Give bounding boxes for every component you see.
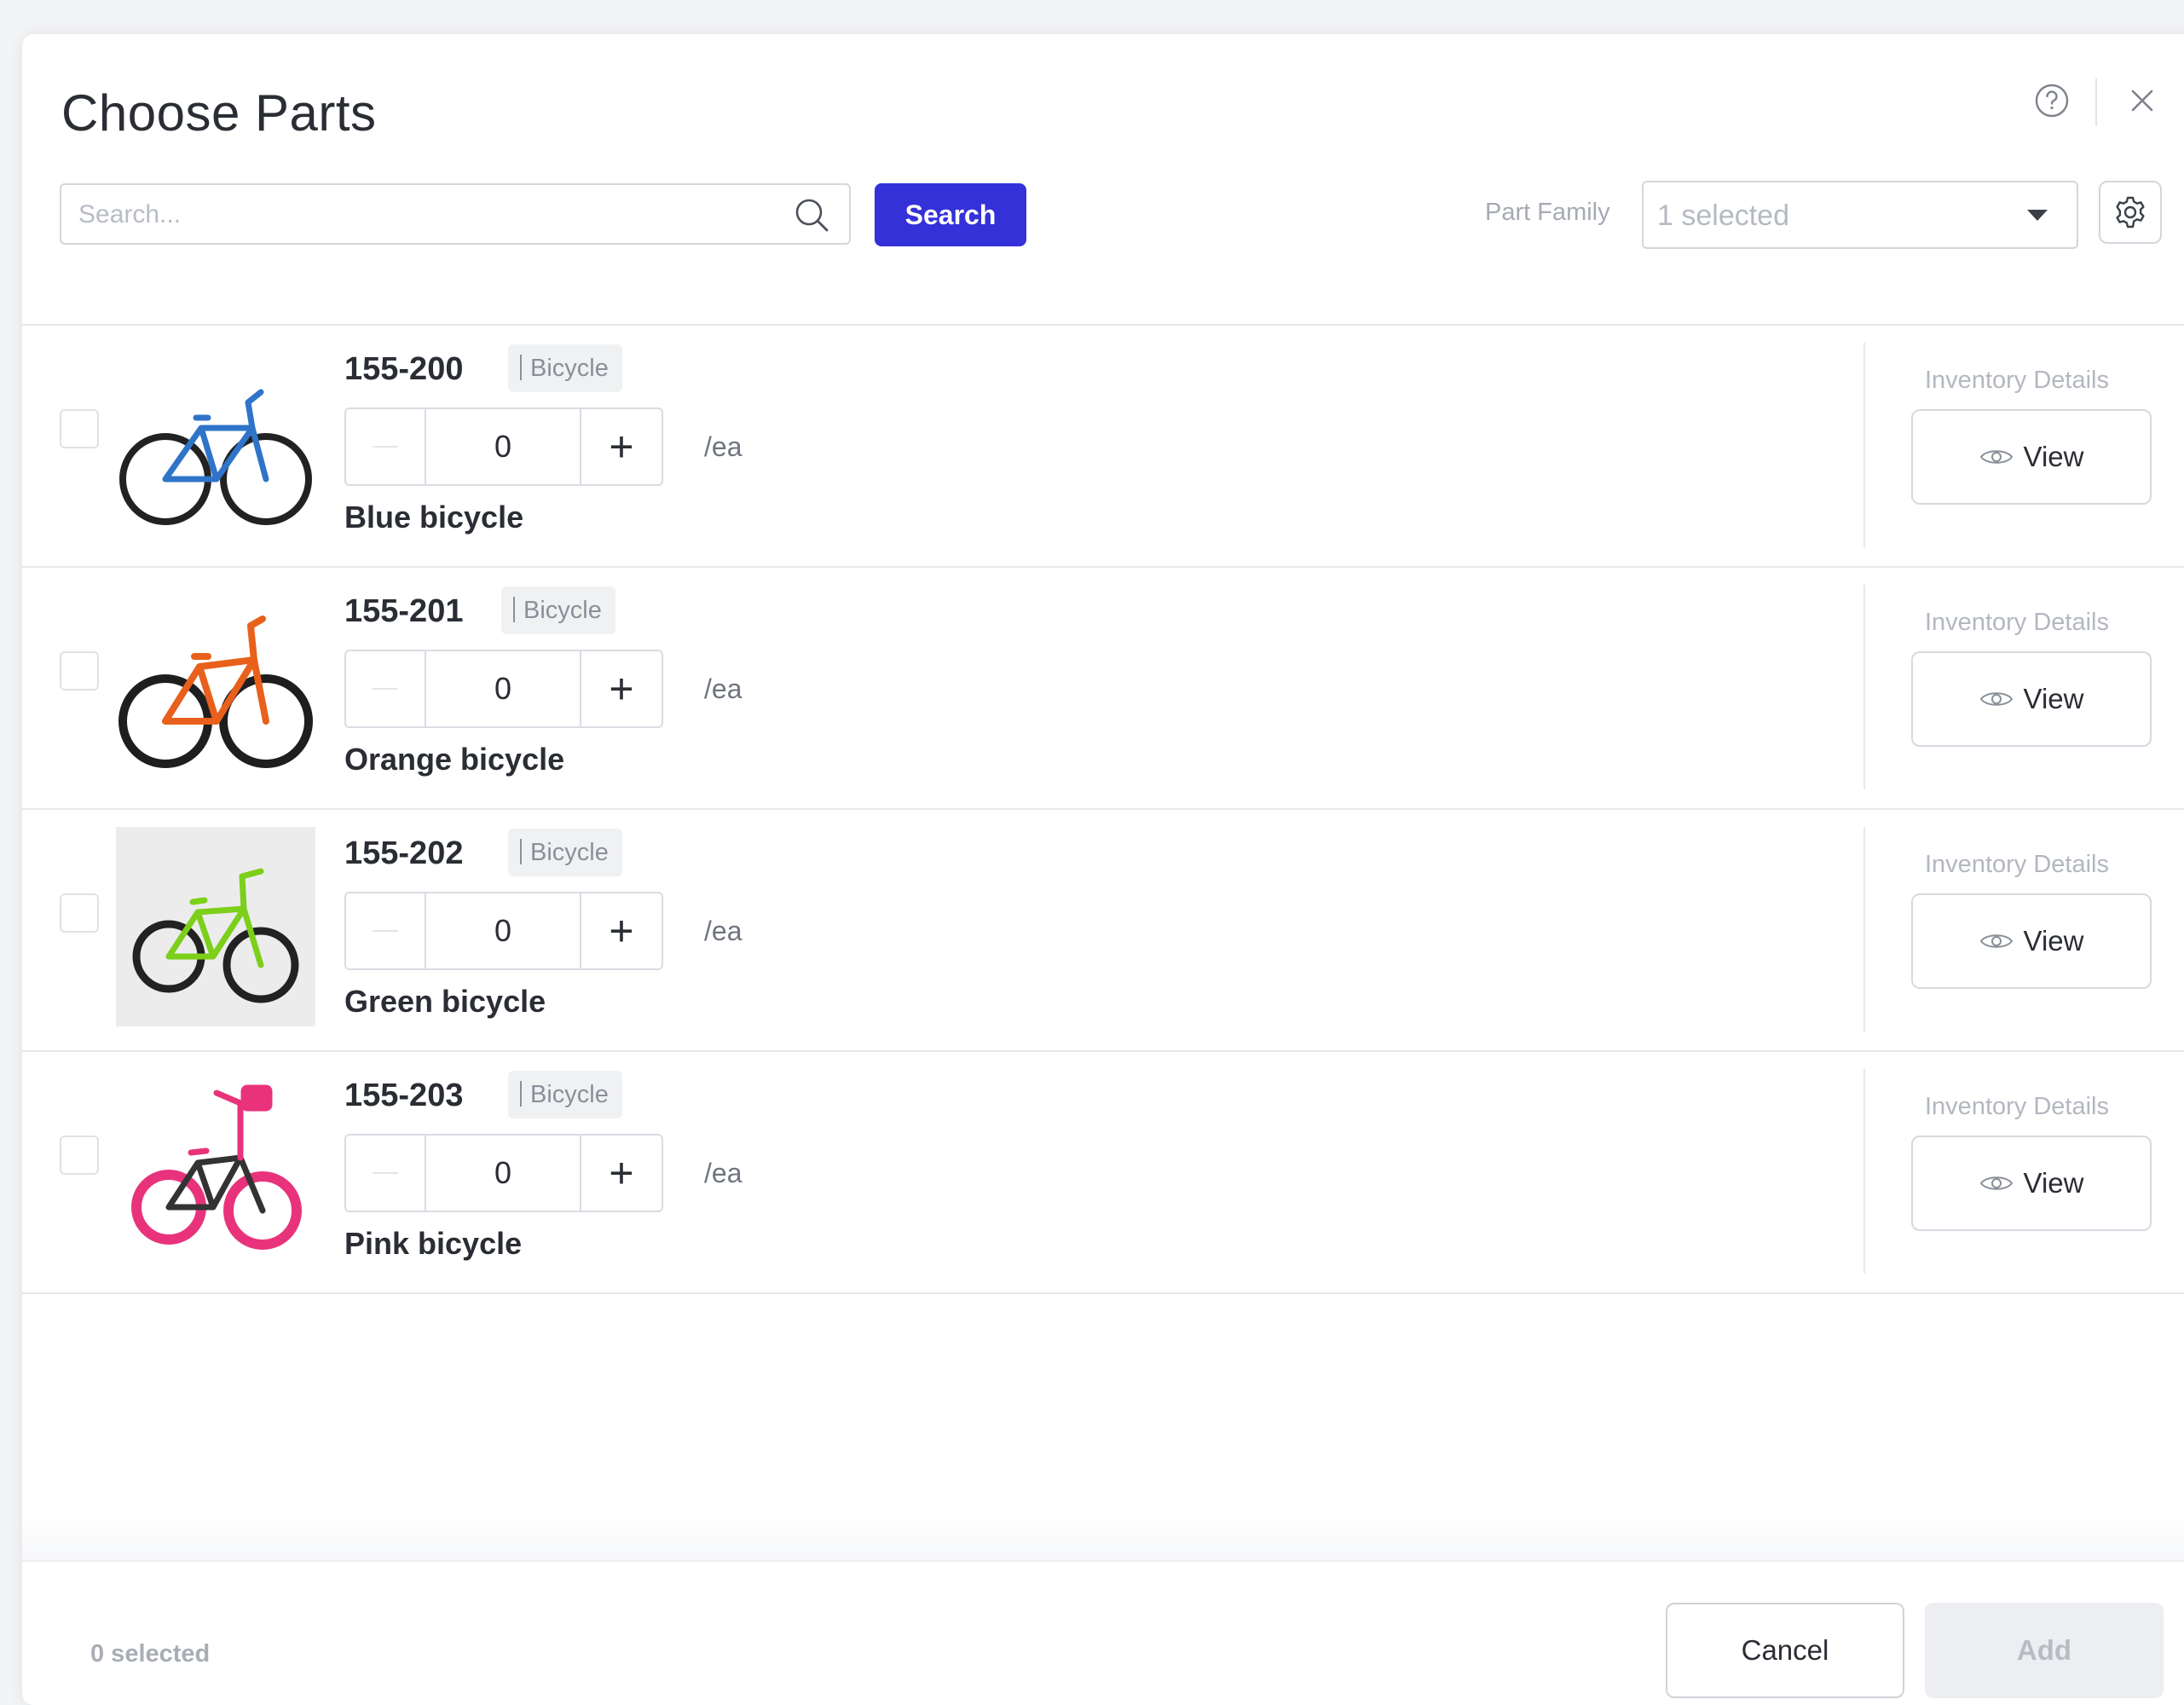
row-divider: [1863, 343, 1865, 547]
decrement-button[interactable]: [346, 1136, 426, 1211]
unit-label: /ea: [704, 916, 742, 946]
view-label: View: [2023, 441, 2084, 472]
part-family-tag: Bicycle: [508, 1071, 622, 1118]
view-inventory-button[interactable]: View: [1911, 1136, 2152, 1231]
part-row: 155-202 Bicycle 0 + /ea Green bicycle In…: [22, 810, 2184, 1052]
plus-icon: +: [609, 1149, 634, 1197]
row-divider: [1863, 1069, 1865, 1274]
part-name: Orange bicycle: [344, 742, 565, 777]
choose-parts-dialog: Choose Parts Search Part Family 1 select…: [22, 34, 2184, 1705]
row-checkbox[interactable]: [60, 893, 99, 933]
green-bicycle-image: [116, 827, 315, 1026]
column-settings-button[interactable]: [2099, 181, 2162, 244]
part-name: Blue bicycle: [344, 500, 524, 535]
part-family-label: Part Family: [1485, 199, 1610, 226]
unit-label: /ea: [704, 431, 742, 462]
eye-icon: [1979, 934, 2013, 948]
part-family-tag: Bicycle: [508, 344, 622, 392]
eye-icon: [1979, 1176, 2013, 1190]
decrement-button[interactable]: [346, 651, 426, 726]
increment-button[interactable]: +: [580, 893, 662, 968]
row-divider: [1863, 585, 1865, 789]
part-number: 155-200: [344, 351, 464, 387]
chevron-down-icon: [2027, 210, 2048, 221]
part-number: 155-201: [344, 593, 464, 629]
quantity-value[interactable]: 0: [426, 893, 580, 968]
search-icon[interactable]: [793, 196, 830, 234]
part-family-tag: Bicycle: [508, 829, 622, 876]
part-name: Pink bicycle: [344, 1226, 523, 1261]
unit-label: /ea: [704, 673, 742, 704]
close-icon[interactable]: [2123, 81, 2162, 120]
part-number: 155-202: [344, 835, 464, 871]
minus-icon: [373, 1172, 398, 1174]
quantity-value[interactable]: 0: [426, 1136, 580, 1211]
minus-icon: [373, 688, 398, 690]
view-label: View: [2023, 1167, 2084, 1199]
eye-icon: [1979, 692, 2013, 706]
decrement-button[interactable]: [346, 409, 426, 484]
search-field[interactable]: [60, 183, 851, 245]
part-number: 155-203: [344, 1078, 464, 1113]
part-name: Green bicycle: [344, 984, 546, 1019]
add-button[interactable]: Add: [1925, 1603, 2164, 1698]
row-checkbox[interactable]: [60, 1136, 99, 1175]
view-inventory-button[interactable]: View: [1911, 409, 2152, 505]
part-row: 155-203 Bicycle 0 + /ea Pink bicycle Inv…: [22, 1052, 2184, 1294]
quantity-value[interactable]: 0: [426, 651, 580, 726]
help-circle-icon[interactable]: [2032, 81, 2071, 120]
row-checkbox[interactable]: [60, 651, 99, 691]
quantity-stepper: 0 +: [344, 650, 663, 728]
plus-icon: +: [609, 907, 634, 955]
minus-icon: [373, 446, 398, 448]
blue-bicycle-image: [119, 389, 312, 525]
selected-count: 0 selected: [90, 1640, 211, 1667]
unit-label: /ea: [704, 1158, 742, 1188]
orange-bicycle-image: [118, 616, 313, 768]
view-inventory-button[interactable]: View: [1911, 893, 2152, 989]
dialog-title: Choose Parts: [61, 84, 377, 142]
inventory-details-label: Inventory Details: [1925, 1093, 2109, 1120]
eye-icon: [1979, 450, 2013, 464]
increment-button[interactable]: +: [580, 651, 662, 726]
increment-button[interactable]: +: [580, 1136, 662, 1211]
row-checkbox[interactable]: [60, 409, 99, 448]
gear-icon: [2116, 196, 2145, 228]
footer-shadow: [22, 1517, 2184, 1560]
part-family-tag: Bicycle: [501, 587, 615, 634]
part-family-select[interactable]: 1 selected: [1642, 181, 2078, 249]
view-label: View: [2023, 925, 2084, 957]
search-button[interactable]: Search: [875, 183, 1026, 246]
view-inventory-button[interactable]: View: [1911, 651, 2152, 747]
quantity-value[interactable]: 0: [426, 409, 580, 484]
plus-icon: +: [609, 423, 634, 471]
header-divider: [2095, 78, 2097, 126]
part-row: 155-201 Bicycle 0 + /ea Orange bicycle I…: [22, 568, 2184, 810]
decrement-button[interactable]: [346, 893, 426, 968]
inventory-details-label: Inventory Details: [1925, 609, 2109, 636]
quantity-stepper: 0 +: [344, 1134, 663, 1212]
minus-icon: [373, 930, 398, 932]
quantity-stepper: 0 +: [344, 407, 663, 486]
inventory-details-label: Inventory Details: [1925, 367, 2109, 394]
view-label: View: [2023, 683, 2084, 714]
search-input[interactable]: [77, 185, 779, 245]
cancel-button[interactable]: Cancel: [1666, 1603, 1904, 1698]
row-divider: [1863, 827, 1865, 1032]
quantity-stepper: 0 +: [344, 892, 663, 970]
part-row: 155-200 Bicycle 0 + /ea Blue bicycle Inv…: [22, 326, 2184, 568]
increment-button[interactable]: +: [580, 409, 662, 484]
plus-icon: +: [609, 665, 634, 713]
part-family-value: 1 selected: [1657, 199, 1789, 232]
pink-bicycle-image: [131, 1084, 302, 1250]
inventory-details-label: Inventory Details: [1925, 851, 2109, 878]
